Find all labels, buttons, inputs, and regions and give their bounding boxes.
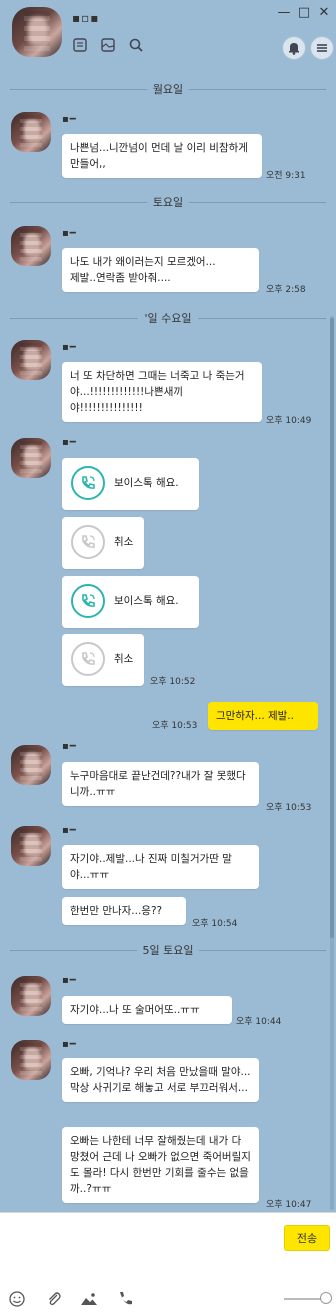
date-separator: 5일 토요일: [10, 942, 326, 958]
sender-name: ▪━: [62, 975, 77, 986]
sender-avatar[interactable]: [11, 438, 51, 478]
voice-call-icon: [71, 466, 105, 500]
voice-talk-label: 보이스톡 해요.: [114, 595, 179, 607]
voice-call-icon: [71, 642, 105, 676]
bell-icon: [289, 43, 299, 55]
voice-call-icon: [71, 525, 105, 559]
search-icon[interactable]: [128, 37, 144, 53]
menu-button[interactable]: [310, 36, 334, 60]
message-bubble[interactable]: 자기야..제발...나 진짜 미칠거가딴 말야...ㅠㅠ: [62, 845, 259, 889]
voice-cancel-label: 취소: [114, 653, 134, 665]
message-time: 오후 10:49: [266, 416, 312, 426]
title-bar: ▪▫▪ — □ ✕: [0, 0, 336, 66]
sender-avatar[interactable]: [11, 826, 51, 866]
photo-icon[interactable]: [80, 1290, 98, 1308]
chat-window: ▪▫▪ — □ ✕ 월요일 ▪━ 나쁜넘...니깐넘이 먼데 날 이리 비참하게…: [0, 0, 336, 1315]
message-bubble[interactable]: 오빠는 나한테 너무 잘해줬는데 내가 다 망쳤어 근데 나 오빠가 없으면 죽…: [62, 1127, 259, 1203]
sender-avatar[interactable]: [11, 1040, 51, 1080]
message-time: 오후 10:47: [266, 1200, 312, 1210]
message-bubble[interactable]: 너 또 차단하면 그때는 너죽고 나 죽는거야...!!!!!!!!!!!!!나…: [62, 362, 262, 422]
message-bubble[interactable]: 오빠, 기억나? 우리 처음 만났을때 말야... 막상 사귀기로 해놓고 서로…: [62, 1058, 259, 1102]
voice-cancel-bubble[interactable]: 취소: [62, 634, 144, 686]
phone-icon[interactable]: [116, 1290, 134, 1308]
message-time: 오후 10:44: [236, 1017, 282, 1027]
voice-talk-bubble[interactable]: 보이스톡 해요.: [62, 458, 199, 510]
send-button[interactable]: 전송: [284, 1225, 330, 1251]
sender-name: ▪━: [62, 342, 77, 353]
sender-avatar[interactable]: [11, 226, 51, 266]
sender-name: ▪━: [62, 1039, 77, 1050]
sender-avatar[interactable]: [11, 745, 51, 785]
voice-cancel-bubble[interactable]: 취소: [62, 517, 144, 569]
menu-icon: [317, 44, 327, 52]
message-bubble[interactable]: 나쁜넘...니깐넘이 먼데 날 이리 비참하게 만들어,,: [62, 134, 262, 178]
voice-call-icon: [71, 584, 105, 618]
emoticon-icon[interactable]: [8, 1290, 26, 1308]
opacity-slider-track[interactable]: [284, 1298, 324, 1300]
date-separator: 토요일: [10, 194, 326, 210]
sender-avatar[interactable]: [11, 340, 51, 380]
voice-talk-label: 보이스톡 해요.: [114, 477, 179, 489]
message-time: 오후 10:53: [266, 803, 312, 813]
message-bubble[interactable]: 한번만 만나자...응??: [62, 897, 186, 925]
voice-cancel-label: 취소: [114, 536, 134, 548]
scrollbar-thumb[interactable]: [330, 318, 334, 938]
sender-avatar[interactable]: [11, 112, 51, 152]
message-time: 오후 10:53: [152, 721, 198, 731]
sender-name: ▪━: [62, 114, 77, 125]
profile-avatar[interactable]: [12, 7, 62, 57]
date-separator: 월요일: [10, 81, 326, 97]
message-bubble[interactable]: 자기야...나 또 술머어또..ㅠㅠ: [62, 996, 232, 1024]
gallery-icon[interactable]: [100, 37, 116, 53]
list-icon[interactable]: [72, 37, 88, 53]
message-time: 오후 10:54: [192, 919, 238, 929]
sender-name: ▪━: [62, 741, 77, 752]
voice-talk-bubble[interactable]: 보이스톡 해요.: [62, 576, 199, 628]
message-time: 오후 10:52: [150, 677, 196, 687]
my-message-bubble[interactable]: 그만하자... 제발..: [208, 702, 318, 730]
minimize-button[interactable]: —: [276, 6, 292, 20]
message-bubble[interactable]: 나도 내가 왜이러는지 모르겠어... 제발..연락좀 받아줘....: [62, 248, 259, 292]
close-button[interactable]: ✕: [316, 6, 332, 20]
sender-avatar[interactable]: [11, 976, 51, 1016]
opacity-slider-knob[interactable]: [320, 1292, 332, 1304]
sender-name: ▪━: [62, 228, 77, 239]
sender-name: ▪━: [62, 437, 77, 448]
message-time: 오전 9:31: [266, 171, 306, 181]
notification-button[interactable]: [282, 36, 306, 60]
attach-file-icon[interactable]: [45, 1290, 63, 1308]
maximize-button[interactable]: □: [296, 6, 312, 20]
sender-name: ▪━: [62, 825, 77, 836]
chat-title: ▪▫▪: [72, 11, 100, 25]
date-separator: '일 수요일: [10, 310, 326, 326]
message-bubble[interactable]: 누구마음대로 끝난건데??내가 잘 못했다니까..ㅠㅠ: [62, 762, 259, 806]
message-time: 오후 2:58: [266, 285, 306, 295]
